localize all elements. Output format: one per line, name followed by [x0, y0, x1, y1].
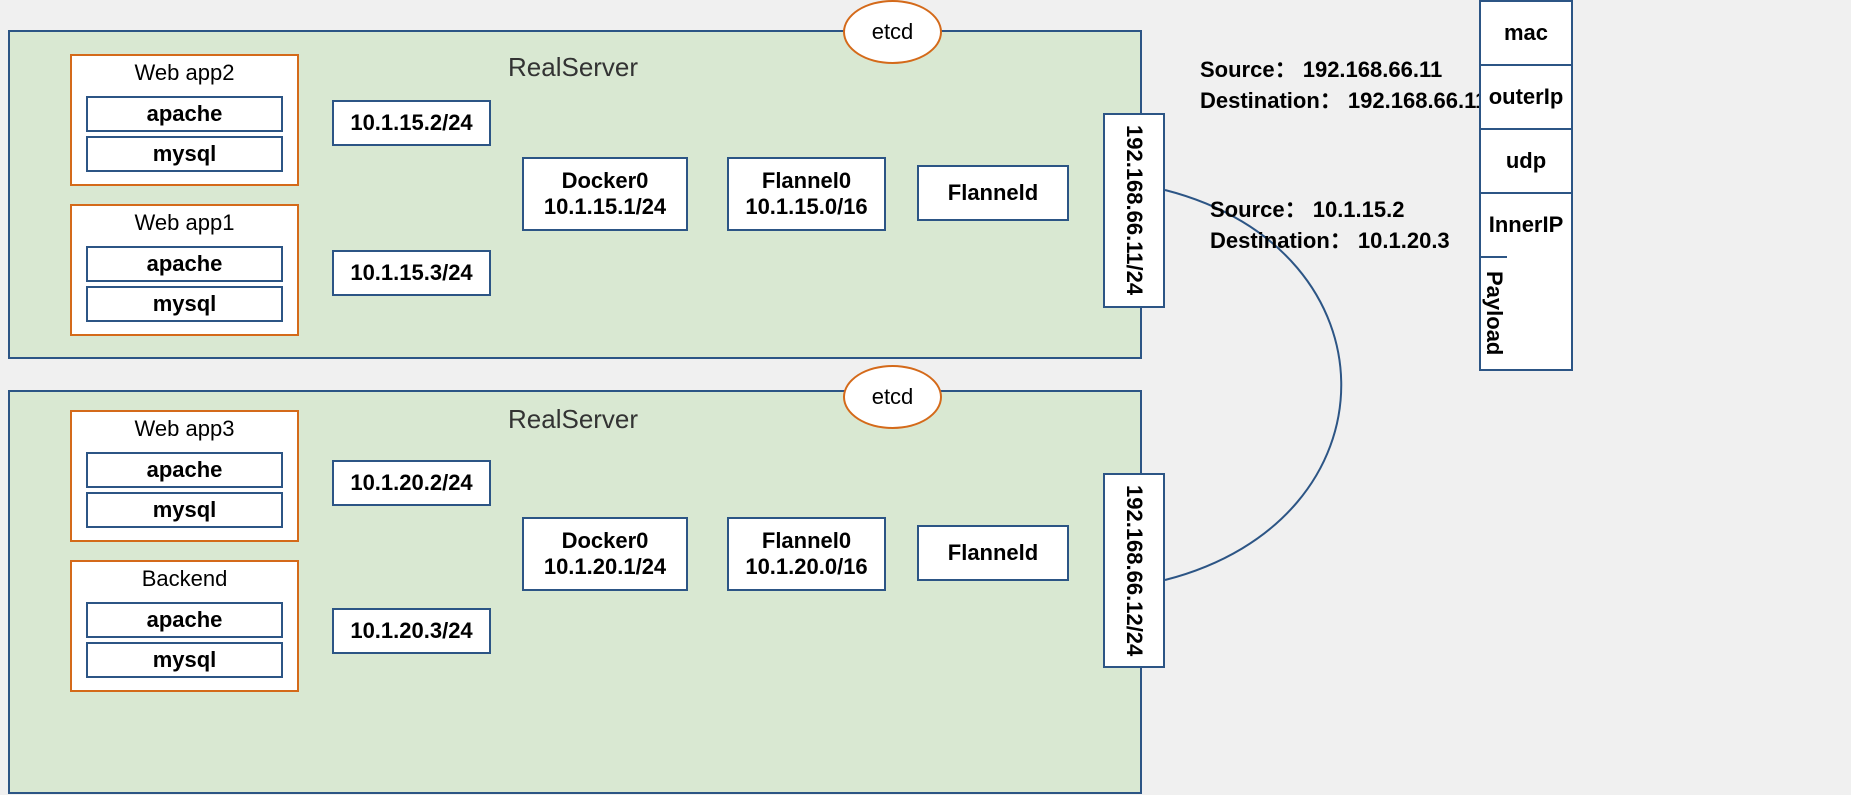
etcd-s1: etcd — [843, 0, 942, 64]
outer-dst-val: 192.168.66.11 — [1348, 88, 1487, 113]
webapp2-name: Web app2 — [72, 56, 297, 92]
webapp2-mysql: mysql — [86, 136, 283, 172]
realserver-2: RealServer Web app3 apache mysql Backend… — [8, 390, 1142, 794]
outer-packet-info: Source： 192.168.66.11 Destination： 192.1… — [1200, 55, 1487, 117]
docker0-s2-name: Docker0 — [524, 528, 686, 554]
flannel0-s1: Flannel0 10.1.15.0/16 — [727, 157, 886, 231]
docker0-s1: Docker0 10.1.15.1/24 — [522, 157, 688, 231]
webapp3-group: Web app3 apache mysql — [70, 410, 299, 542]
inner-src-val: 10.1.15.2 — [1313, 197, 1405, 222]
pod-ip-1: 10.1.15.2/24 — [332, 100, 491, 146]
packet-stack: mac outerIp udp InnerIP Payload — [1479, 0, 1573, 371]
webapp1-group: Web app1 apache mysql — [70, 204, 299, 336]
backend-mysql: mysql — [86, 642, 283, 678]
outer-dst-label: Destination： — [1200, 88, 1342, 113]
pod-ip-4: 10.1.20.3/24 — [332, 608, 491, 654]
backend-group: Backend apache mysql — [70, 560, 299, 692]
server1-title: RealServer — [508, 52, 638, 83]
flannel0-s2-name: Flannel0 — [729, 528, 884, 554]
flanneld-s1: Flanneld — [917, 165, 1069, 221]
outer-src-label: Source： — [1200, 57, 1297, 82]
flannel0-s1-name: Flannel0 — [729, 168, 884, 194]
stack-innerip: InnerIP — [1481, 192, 1571, 256]
webapp2-group: Web app2 apache mysql — [70, 54, 299, 186]
pod-ip-3: 10.1.20.2/24 — [332, 460, 491, 506]
server1-ip: 192.168.66.11/24 — [1103, 113, 1165, 308]
webapp1-apache: apache — [86, 246, 283, 282]
webapp1-mysql: mysql — [86, 286, 283, 322]
flannel0-s1-ip: 10.1.15.0/16 — [729, 194, 884, 220]
server2-title: RealServer — [508, 404, 638, 435]
docker0-s2-ip: 10.1.20.1/24 — [524, 554, 686, 580]
stack-outerip: outerIp — [1481, 64, 1571, 128]
webapp3-apache: apache — [86, 452, 283, 488]
server2-ip: 192.168.66.12/24 — [1103, 473, 1165, 668]
webapp1-name: Web app1 — [72, 206, 297, 242]
inner-dst-label: Destination： — [1210, 228, 1352, 253]
flannel0-s2-ip: 10.1.20.0/16 — [729, 554, 884, 580]
webapp2-apache: apache — [86, 96, 283, 132]
realserver-1: RealServer Web app2 apache mysql Web app… — [8, 30, 1142, 359]
inner-src-label: Source： — [1210, 197, 1307, 222]
backend-name: Backend — [72, 562, 297, 598]
inner-dst-val: 10.1.20.3 — [1358, 228, 1450, 253]
docker0-s2: Docker0 10.1.20.1/24 — [522, 517, 688, 591]
inner-packet-info: Source： 10.1.15.2 Destination： 10.1.20.3 — [1210, 195, 1450, 257]
flanneld-s2: Flanneld — [917, 525, 1069, 581]
docker0-s1-ip: 10.1.15.1/24 — [524, 194, 686, 220]
stack-mac: mac — [1481, 0, 1571, 64]
backend-apache: apache — [86, 602, 283, 638]
stack-payload: Payload — [1481, 256, 1507, 369]
etcd-s2: etcd — [843, 365, 942, 429]
docker0-s1-name: Docker0 — [524, 168, 686, 194]
webapp3-name: Web app3 — [72, 412, 297, 448]
pod-ip-2: 10.1.15.3/24 — [332, 250, 491, 296]
webapp3-mysql: mysql — [86, 492, 283, 528]
outer-src-val: 192.168.66.11 — [1303, 57, 1442, 82]
stack-udp: udp — [1481, 128, 1571, 192]
flannel0-s2: Flannel0 10.1.20.0/16 — [727, 517, 886, 591]
